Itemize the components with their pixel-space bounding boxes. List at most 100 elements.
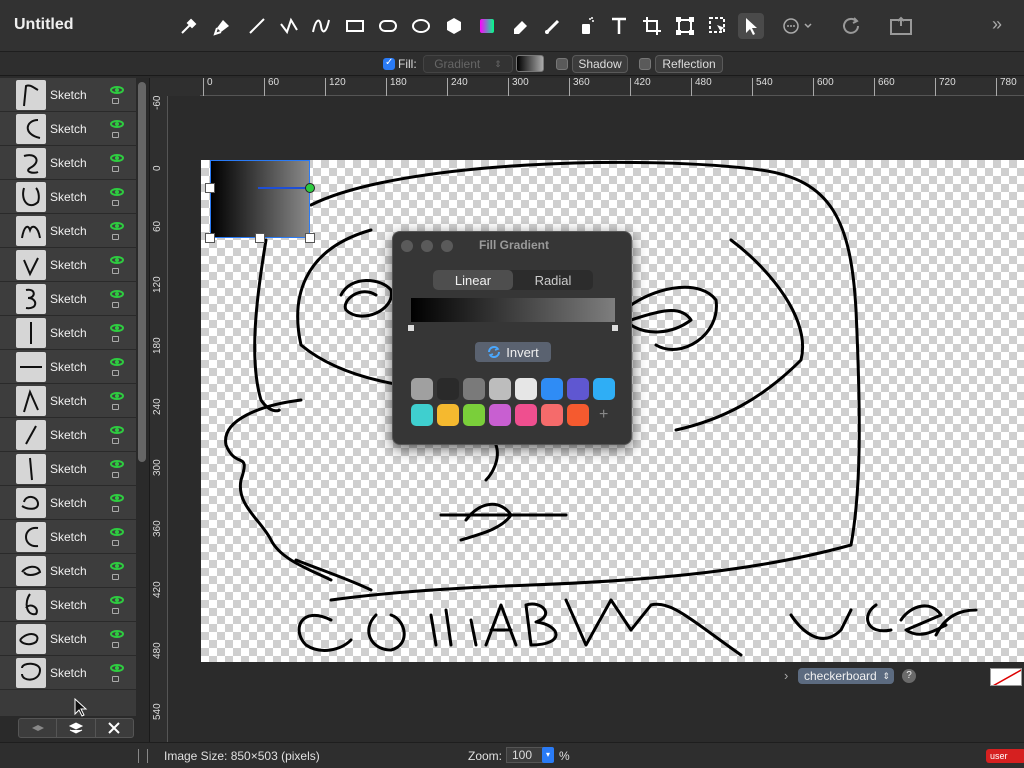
lock-icon[interactable] [112,540,119,546]
visibility-eye-icon[interactable] [110,494,124,502]
lock-icon[interactable] [112,98,119,104]
layer-row[interactable]: Sketch [0,78,136,112]
selected-gradient-shape[interactable] [210,160,310,238]
tab-radial[interactable]: Radial [513,270,593,290]
visibility-eye-icon[interactable] [110,392,124,400]
eraser-icon[interactable] [507,13,533,39]
gradient-preview-bar[interactable] [411,298,615,322]
visibility-eye-icon[interactable] [110,86,124,94]
double-chevron-icon[interactable]: » [992,14,1002,35]
polygon-icon[interactable] [441,13,467,39]
resize-handle-bottom[interactable] [255,233,265,243]
color-swatch[interactable] [541,378,563,400]
spray-icon[interactable] [573,13,599,39]
layer-row[interactable]: Sketch [0,452,136,486]
lock-icon[interactable] [112,302,119,308]
visibility-eye-icon[interactable] [110,154,124,162]
color-swatch[interactable] [463,404,485,426]
gradient-stop-start[interactable] [407,324,415,332]
fill-checkbox[interactable] [383,57,395,70]
layer-row[interactable]: Sketch [0,282,136,316]
lock-icon[interactable] [112,472,119,478]
layer-duplicate-icon[interactable] [19,719,58,737]
gradient-direction-line[interactable] [258,183,316,193]
zoom-input[interactable]: 100 [506,747,544,763]
visibility-eye-icon[interactable] [110,120,124,128]
select-lasso-icon[interactable] [705,13,731,39]
color-swatch[interactable] [437,404,459,426]
transform-icon[interactable] [672,13,698,39]
lock-icon[interactable] [112,676,119,682]
add-swatch-button[interactable]: + [599,406,608,424]
color-swatch[interactable] [411,378,433,400]
ellipse-icon[interactable] [408,13,434,39]
gradient-stop-end[interactable] [611,324,619,332]
color-swatch[interactable] [463,378,485,400]
resize-grip-icon[interactable] [138,749,148,763]
visibility-eye-icon[interactable] [110,562,124,570]
layer-row[interactable]: Sketch [0,656,136,690]
chevron-right-icon[interactable]: › [784,668,788,683]
layer-row[interactable]: Sketch [0,146,136,180]
pen-tool-icon[interactable] [210,13,236,39]
resize-handle-bottom-right[interactable] [305,233,315,243]
visibility-eye-icon[interactable] [110,528,124,536]
color-fill-icon[interactable] [474,13,500,39]
visibility-eye-icon[interactable] [110,222,124,230]
background-color-swatch[interactable] [990,668,1022,686]
layer-row[interactable]: Sketch [0,214,136,248]
layer-row[interactable]: Sketch [0,350,136,384]
lock-icon[interactable] [112,132,119,138]
crop-icon[interactable] [639,13,665,39]
layer-row[interactable]: Sketch [0,384,136,418]
resize-handle-bottom-left[interactable] [205,233,215,243]
background-mode-select[interactable]: checkerboard ⇕ [798,668,894,684]
curve-icon[interactable] [308,13,334,39]
visibility-eye-icon[interactable] [110,188,124,196]
visibility-eye-icon[interactable] [110,460,124,468]
color-swatch[interactable] [567,378,589,400]
eyedropper-icon[interactable] [176,13,202,39]
layer-row[interactable]: Sketch [0,520,136,554]
reflection-checkbox[interactable] [639,58,651,70]
tab-linear[interactable]: Linear [433,270,513,290]
text-icon[interactable] [606,13,632,39]
lock-icon[interactable] [112,268,119,274]
shadow-button[interactable]: Shadow [572,55,628,73]
invert-button[interactable]: Invert [475,342,551,362]
color-swatch[interactable] [437,378,459,400]
layer-row[interactable]: Sketch [0,418,136,452]
rounded-rect-icon[interactable] [375,13,401,39]
help-button[interactable]: ? [902,669,916,683]
brush-icon[interactable] [540,13,566,39]
layer-row[interactable]: Sketch [0,180,136,214]
color-swatch[interactable] [541,404,563,426]
color-swatch[interactable] [567,404,589,426]
layers-scrollbar[interactable] [138,82,146,462]
color-swatch[interactable] [411,404,433,426]
layer-row[interactable]: Sketch [0,554,136,588]
color-swatch[interactable] [515,378,537,400]
lock-icon[interactable] [112,404,119,410]
visibility-eye-icon[interactable] [110,630,124,638]
reflection-button[interactable]: Reflection [655,55,723,73]
color-swatch[interactable] [515,404,537,426]
layer-row[interactable]: Sketch [0,316,136,350]
lock-icon[interactable] [112,370,119,376]
lock-icon[interactable] [112,642,119,648]
polyline-icon[interactable] [276,13,302,39]
layer-row[interactable]: Sketch [0,622,136,656]
layer-row[interactable]: Sketch [0,486,136,520]
color-swatch[interactable] [489,378,511,400]
color-swatch[interactable] [489,404,511,426]
visibility-eye-icon[interactable] [110,358,124,366]
color-swatch[interactable] [593,378,615,400]
visibility-eye-icon[interactable] [110,664,124,672]
layer-row[interactable]: Sketch [0,248,136,282]
rotate-icon[interactable] [838,13,864,39]
layer-stack-icon[interactable] [57,719,96,737]
lock-icon[interactable] [112,166,119,172]
lock-icon[interactable] [112,438,119,444]
lock-icon[interactable] [112,506,119,512]
lock-icon[interactable] [112,336,119,342]
